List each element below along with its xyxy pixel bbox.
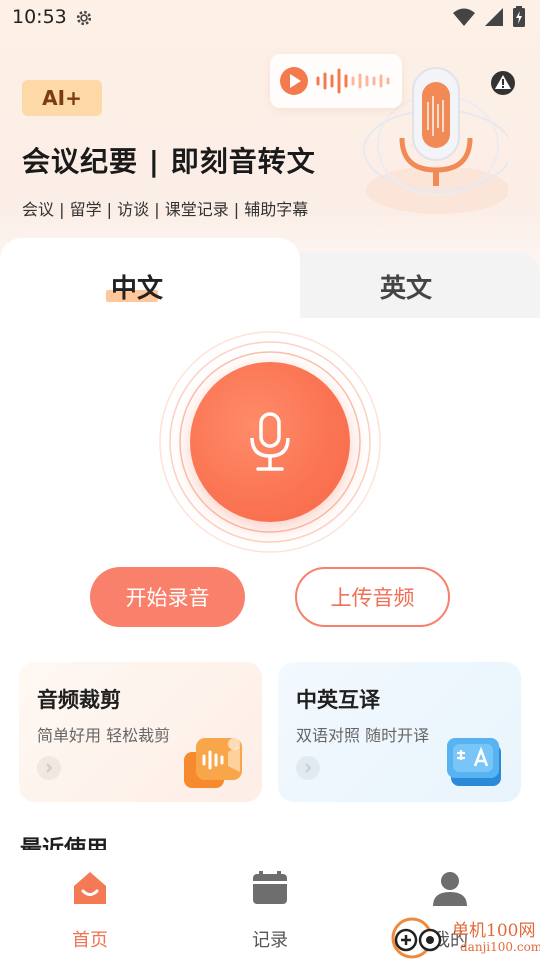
record-area	[150, 330, 390, 560]
page-subtitle: 会议 | 留学 | 访谈 | 课堂记录 | 辅助字幕	[22, 200, 309, 219]
card-subtitle: 双语对照 随时开译	[296, 726, 430, 745]
nav-records-label: 记录	[252, 930, 288, 951]
calendar-icon	[253, 871, 287, 904]
app-screen: 10:53 AI+ 会议纪要 | 即刻音转文 会议 | 留学 | 访谈 | 课堂…	[0, 0, 540, 960]
nav-home[interactable]: 首页	[40, 868, 140, 952]
gear-icon	[76, 10, 92, 26]
hero-illustration	[268, 50, 513, 220]
card-title: 音频裁剪	[37, 688, 121, 712]
start-recording-button[interactable]: 开始录音	[90, 567, 245, 627]
battery-icon	[513, 6, 525, 27]
microphone-icon	[250, 412, 290, 471]
translate-icon	[447, 738, 501, 786]
chevron-right-icon[interactable]	[296, 756, 320, 780]
chevron-right-icon[interactable]	[37, 756, 61, 780]
ai-plus-badge[interactable]: AI+	[22, 80, 102, 116]
card-subtitle: 简单好用 轻松裁剪	[37, 726, 171, 745]
tab-chinese[interactable]: 中文	[111, 268, 163, 305]
audio-wave-card	[270, 54, 402, 108]
signal-icon	[485, 8, 503, 26]
video-audio-icon	[184, 738, 242, 788]
status-bar: 10:53	[0, 0, 540, 36]
site-watermark: 单机100网 danji100.com	[390, 914, 540, 960]
upload-audio-button[interactable]: 上传音频	[295, 567, 450, 627]
translate-card[interactable]: 中英互译 双语对照 随时开译	[278, 662, 521, 802]
record-mic-button[interactable]	[190, 362, 350, 522]
user-icon	[433, 872, 467, 906]
language-tabs: 中文 英文	[0, 238, 540, 328]
audio-trim-card[interactable]: 音频裁剪 简单好用 轻松裁剪	[19, 662, 262, 802]
status-icons	[452, 6, 526, 28]
nav-home-label: 首页	[72, 930, 108, 951]
watermark-logo-icon	[391, 917, 442, 959]
nav-records[interactable]: 记录	[220, 868, 320, 952]
card-title: 中英互译	[296, 688, 380, 712]
wifi-icon	[453, 8, 475, 26]
recent-section-title: 最近使用	[20, 837, 109, 850]
tab-english[interactable]: 英文	[380, 268, 432, 305]
home-icon	[74, 872, 106, 904]
status-time: 10:53	[12, 6, 67, 28]
audio-wave-icon	[280, 67, 390, 95]
watermark-url: danji100.com	[460, 940, 540, 954]
watermark-title: 单机100网	[452, 921, 536, 941]
